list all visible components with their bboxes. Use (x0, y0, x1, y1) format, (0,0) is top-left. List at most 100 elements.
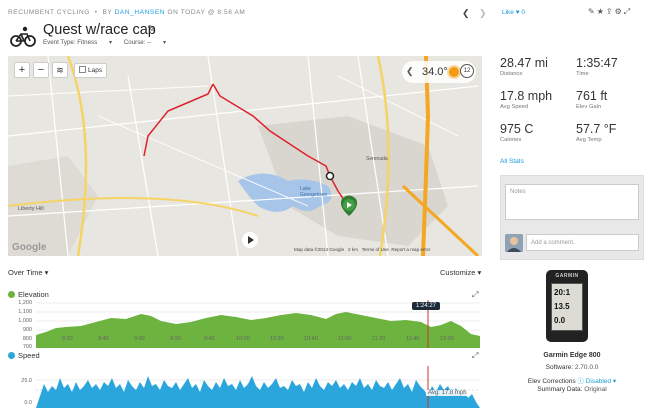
device-screen-line: 0.0 (554, 316, 566, 325)
all-stats-link[interactable]: All Stats (500, 158, 524, 165)
activity-title[interactable]: Quest w/race cap (43, 22, 156, 38)
speed-y-axis: 25.0 0.0 (6, 378, 32, 406)
summary-data-value: Original (584, 386, 607, 393)
elevation-xtick: 8:40 (98, 336, 109, 342)
elevation-ytick: 700 (22, 344, 32, 350)
elevation-xtick: 9:00 (134, 336, 145, 342)
stat-avg-temp-label: Avg Temp (576, 137, 602, 143)
elevation-ytick: 1,200 (18, 300, 32, 306)
elevation-xtick: 12:00 (440, 336, 454, 342)
elevation-xtick: 8:20 (62, 336, 73, 342)
speed-ytick: 25.0 (21, 378, 32, 384)
prev-activity-icon[interactable]: ❮ (462, 8, 470, 19)
device-screen-line: 13.5 (554, 302, 570, 311)
elevation-dot (8, 291, 15, 298)
activity-meta: Event Type: Fitness ▾ Course: -- ▾ (43, 39, 176, 46)
device-image: GARMIN 20:1 13.5 0.0 (546, 270, 588, 342)
clock-icon: 12 (460, 64, 474, 78)
elevation-x-axis: 8:20 8:40 9:00 9:20 9:40 10:00 10:20 10:… (36, 336, 480, 344)
stat-time-value: 1:35:47 (576, 56, 618, 70)
activity-map[interactable]: + − ≋ Laps Serenada Lake Georgetown Libe… (8, 56, 482, 256)
star-icon[interactable]: ★ (597, 7, 606, 16)
play-button[interactable] (242, 232, 258, 248)
device-screen-line: 20:1 (554, 288, 571, 297)
google-logo: Google (12, 242, 47, 253)
laps-label: Laps (88, 67, 103, 74)
event-type-label: Event Type: Fitness (43, 39, 98, 46)
customize-dropdown[interactable]: Customize ▾ (440, 268, 481, 277)
chevron-left-icon[interactable]: ❮ (406, 66, 414, 77)
elevation-xtick: 11:00 (338, 336, 352, 342)
pencil-icon[interactable]: ✎ (147, 24, 155, 35)
elev-corrections-value: Disabled (585, 378, 612, 385)
like-button[interactable]: Like ♥ 0 (502, 9, 525, 16)
course-label: Course: -- (123, 39, 152, 46)
stat-distance-label: Distance (500, 71, 523, 77)
speed-title: Speed (18, 351, 40, 360)
place-label-serenada: Serenada (366, 156, 388, 162)
over-time-label: Over Time (8, 268, 43, 277)
course-dropdown[interactable]: Course: -- ▾ (124, 39, 166, 46)
elevation-xtick: 10:40 (304, 336, 318, 342)
map-data-text: Map data ©2014 Google (294, 247, 345, 252)
sun-icon (449, 67, 459, 77)
next-activity-icon[interactable]: ❯ (479, 8, 487, 19)
zoom-out-button[interactable]: − (33, 62, 49, 78)
heart-icon: ♥ (515, 9, 520, 16)
comment-input[interactable]: Add a comment. (526, 234, 639, 251)
weather-widget: ❮ 34.0° 12 (402, 61, 476, 83)
stat-calories-label: Calories (500, 137, 522, 143)
info-icon[interactable]: ⓘ (577, 378, 584, 385)
stat-avg-speed-label: Avg Speed (500, 104, 529, 110)
like-count: 0 (521, 9, 526, 16)
finish-marker[interactable] (325, 171, 335, 181)
stat-calories-value: 975 C (500, 122, 534, 136)
stat-time-label: Time (576, 71, 589, 77)
software-label: Software: (545, 364, 574, 371)
speed-ytick: 0.0 (24, 400, 32, 406)
event-type-dropdown[interactable]: Event Type: Fitness ▾ (43, 39, 112, 46)
expand-speed-icon[interactable]: ⤢ (472, 351, 478, 361)
elevation-xtick: 11:20 (372, 336, 386, 342)
place-label-lake: Lake Georgetown (300, 186, 328, 198)
stat-avg-temp-value: 57.7 °F (576, 122, 617, 136)
garmin-logo: GARMIN (555, 273, 579, 279)
stat-elev-gain-value: 761 ft (576, 89, 608, 103)
device-elev-corrections: Elev Corrections ⓘ Disabled ▾ (500, 375, 644, 385)
elev-corrections-dropdown[interactable]: Disabled ▾ (586, 378, 616, 385)
laps-checkbox[interactable] (79, 66, 86, 73)
device-name: Garmin Edge 800 (543, 352, 601, 359)
elevation-chart-title: Elevation (8, 290, 49, 299)
notes-textarea[interactable]: Notes (505, 184, 639, 220)
weather-temperature: 34.0° (422, 66, 448, 78)
device-summary-data: Summary Data: Original (500, 386, 644, 393)
elevation-xtick: 9:20 (170, 336, 181, 342)
comment-placeholder: Add a comment. (531, 240, 575, 246)
laps-toggle[interactable]: Laps (74, 63, 108, 78)
customize-label: Customize (440, 268, 476, 277)
software-value: 2.70.0.0 (574, 364, 599, 371)
speed-chart[interactable] (36, 366, 480, 408)
device-software: Software: 2.70.0.0 (500, 364, 644, 371)
over-time-dropdown[interactable]: Over Time ▾ (8, 268, 48, 277)
elevation-xtick: 10:00 (236, 336, 250, 342)
elevation-title: Elevation (18, 290, 49, 299)
stat-elev-gain-label: Elev Gain (576, 104, 602, 110)
cursor-time-label: 1:24:27 (412, 302, 441, 310)
elevation-ytick: 800 (22, 336, 32, 342)
layers-icon[interactable]: ≋ (52, 62, 68, 78)
report-link[interactable]: Report a map error (391, 247, 430, 252)
notes-panel: Notes Add a comment. (500, 175, 644, 260)
expand-icon[interactable]: ⤢ (624, 7, 632, 16)
user-link[interactable]: DAN_HANSEN (115, 9, 165, 16)
elevation-ytick: 900 (22, 327, 32, 333)
share-icon[interactable]: ⇪ (606, 7, 615, 16)
terms-link[interactable]: Terms of Use (362, 247, 389, 252)
summary-data-label: Summary Data: (537, 386, 583, 393)
elevation-xtick: 10:20 (270, 336, 284, 342)
settings-icon[interactable]: ⚙ (615, 7, 624, 16)
elevation-y-axis: 1,200 1,100 1,000 900 800 700 (6, 300, 32, 350)
zoom-in-button[interactable]: + (14, 62, 30, 78)
expand-elevation-icon[interactable]: ⤢ (472, 290, 478, 300)
pencil-icon[interactable]: ✎ (588, 7, 597, 16)
